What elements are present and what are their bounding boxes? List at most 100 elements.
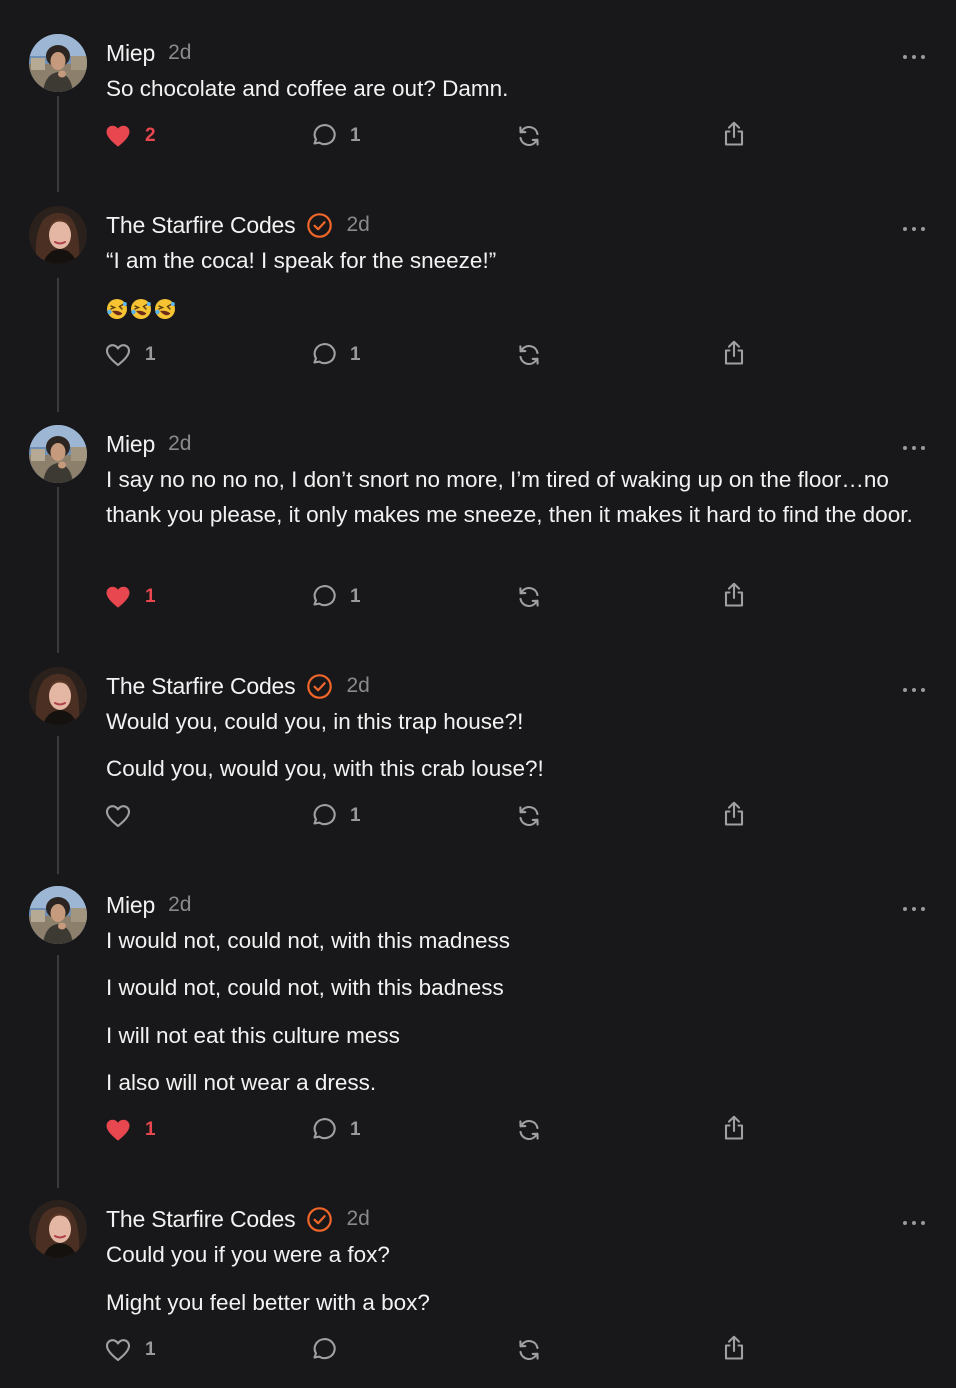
verified-badge-icon <box>306 673 333 700</box>
comment-text: I would not, could not, with this madnes… <box>106 923 936 958</box>
repost-icon <box>516 1337 542 1363</box>
timestamp[interactable]: 2d <box>346 213 369 237</box>
timestamp[interactable]: 2d <box>346 1207 369 1231</box>
timestamp[interactable]: 2d <box>346 674 369 698</box>
comment-header: Miep 2d <box>106 890 191 920</box>
author-name[interactable]: The Starfire Codes <box>106 1206 296 1233</box>
repost-button[interactable] <box>516 121 542 151</box>
author-name[interactable]: The Starfire Codes <box>106 673 296 700</box>
timestamp[interactable]: 2d <box>168 893 191 917</box>
verified-badge-icon <box>306 212 333 239</box>
repost-icon <box>516 803 542 829</box>
comment-paragraph: Could you if you were a fox? <box>106 1242 390 1267</box>
thread-line <box>57 736 59 874</box>
comment-count: 1 <box>350 344 361 365</box>
comment-text: Might you feel better with a box? <box>106 1285 936 1320</box>
like-button[interactable]: 1 <box>105 340 156 370</box>
comment-text: Could you, would you, with this crab lou… <box>106 751 936 786</box>
avatar[interactable] <box>29 206 87 264</box>
comment-button[interactable]: 1 <box>310 1115 361 1145</box>
repost-button[interactable] <box>516 1115 542 1145</box>
more-options-icon[interactable] <box>901 900 927 911</box>
author-name[interactable]: The Starfire Codes <box>106 212 296 239</box>
author-name[interactable]: Miep <box>106 892 155 919</box>
repost-button[interactable] <box>516 582 542 612</box>
more-options-icon[interactable] <box>901 48 927 59</box>
share-button[interactable] <box>721 1113 747 1143</box>
like-count: 1 <box>145 586 156 607</box>
comment-paragraph: Would you, could you, in this trap house… <box>106 709 524 734</box>
comment-count: 1 <box>350 125 361 146</box>
comment-header: Miep 2d <box>106 429 191 459</box>
comment-paragraph: “I am the coca! I speak for the sneeze!” <box>106 248 497 273</box>
thread-line <box>57 278 59 412</box>
share-button[interactable] <box>721 799 747 829</box>
like-count: 1 <box>145 1119 156 1140</box>
rolling-laughing-emoji-icon <box>130 295 152 319</box>
emoji-line <box>106 295 936 330</box>
timestamp[interactable]: 2d <box>168 41 191 65</box>
comment-text: I will not eat this culture mess <box>106 1018 936 1053</box>
comment-button[interactable]: 1 <box>310 340 361 370</box>
share-icon <box>721 581 747 609</box>
heart-icon <box>105 1338 131 1362</box>
avatar[interactable] <box>29 886 87 944</box>
avatar[interactable] <box>29 34 87 92</box>
more-options-icon[interactable] <box>901 681 927 692</box>
comment-button[interactable]: 1 <box>310 121 361 151</box>
author-name[interactable]: Miep <box>106 40 155 67</box>
share-button[interactable] <box>721 580 747 610</box>
share-button[interactable] <box>721 338 747 368</box>
share-icon <box>721 339 747 367</box>
share-button[interactable] <box>721 119 747 149</box>
comment-count: 1 <box>350 805 361 826</box>
more-options-icon[interactable] <box>901 220 927 231</box>
comment-text: I say no no no no, I don’t snort no more… <box>106 462 936 532</box>
more-options-icon[interactable] <box>901 439 927 450</box>
share-icon <box>721 120 747 148</box>
comment-header: The Starfire Codes 2d <box>106 1204 370 1234</box>
heart-filled-icon <box>105 124 131 148</box>
comment-button[interactable]: 1 <box>310 801 361 831</box>
comment-text: So chocolate and coffee are out? Damn. <box>106 71 936 106</box>
avatar[interactable] <box>29 425 87 483</box>
comment-button[interactable]: 1 <box>310 582 361 612</box>
like-count: 1 <box>145 1339 156 1360</box>
timestamp[interactable]: 2d <box>168 432 191 456</box>
like-button[interactable]: 1 <box>105 582 156 612</box>
share-icon <box>721 800 747 828</box>
repost-button[interactable] <box>516 340 542 370</box>
comment-bubble-icon <box>310 1337 336 1363</box>
author-name[interactable]: Miep <box>106 431 155 458</box>
avatar[interactable] <box>29 1200 87 1258</box>
repost-button[interactable] <box>516 801 542 831</box>
heart-icon <box>105 804 131 828</box>
repost-icon <box>516 123 542 149</box>
comment-bubble-icon <box>310 123 336 149</box>
comment-paragraph: So chocolate and coffee are out? Damn. <box>106 76 509 101</box>
verified-badge-icon <box>306 1206 333 1233</box>
thread-line <box>57 487 59 653</box>
repost-icon <box>516 342 542 368</box>
like-count: 2 <box>145 125 156 146</box>
share-button[interactable] <box>721 1333 747 1363</box>
rolling-laughing-emoji-icon <box>154 295 176 319</box>
comment-bubble-icon <box>310 342 336 368</box>
comment-text: “I am the coca! I speak for the sneeze!” <box>106 243 936 278</box>
rolling-laughing-emoji-icon <box>106 295 128 319</box>
like-button[interactable]: 1 <box>105 1335 156 1365</box>
avatar[interactable] <box>29 667 87 725</box>
comment-header: The Starfire Codes 2d <box>106 210 370 240</box>
thread-line <box>57 96 59 192</box>
comment-button[interactable] <box>310 1335 336 1365</box>
comment-paragraph: I would not, could not, with this badnes… <box>106 975 504 1000</box>
like-button[interactable]: 1 <box>105 1115 156 1145</box>
heart-filled-icon <box>105 585 131 609</box>
like-button[interactable]: 2 <box>105 121 156 151</box>
like-button[interactable] <box>105 801 131 831</box>
repost-icon <box>516 1117 542 1143</box>
repost-button[interactable] <box>516 1335 542 1365</box>
comment-count: 1 <box>350 1119 361 1140</box>
more-options-icon[interactable] <box>901 1214 927 1225</box>
comment-paragraph: I say no no no no, I don’t snort no more… <box>106 467 913 527</box>
